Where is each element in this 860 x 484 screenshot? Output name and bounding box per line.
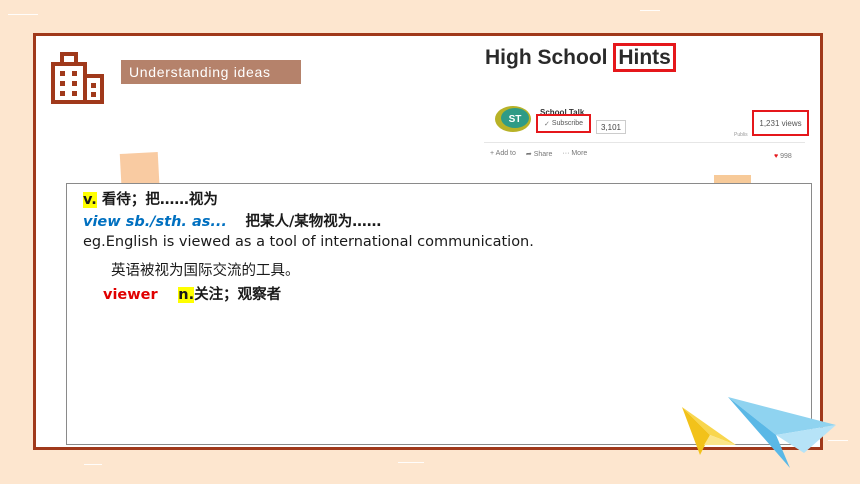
derived-part-of-speech: n. <box>178 287 195 303</box>
share-button[interactable]: ➦ Share <box>526 150 553 158</box>
published-label: Publis <box>734 132 748 138</box>
example-chinese: 英语被视为国际交流的工具。 <box>111 263 300 279</box>
share-icon: ➦ <box>525 151 532 158</box>
bg-dash <box>84 464 102 465</box>
video-screenshot: High School Hints ST School Talk ✓ Subsc… <box>478 42 811 170</box>
more-button[interactable]: ··· More <box>562 150 587 158</box>
derived-meaning: 关注；观察者 <box>194 287 282 303</box>
add-to-button[interactable]: + Add to <box>490 150 516 158</box>
check-icon: ✓ <box>543 120 550 128</box>
video-actions: + Add to ➦ Share ··· More <box>490 150 587 158</box>
like-count: ♥ 998 <box>774 153 792 160</box>
video-title-boxed-word: Hints <box>613 43 676 72</box>
definition-line: v. 看待；把……视为 <box>83 188 218 209</box>
phrase-line: view sb./sth. as... 把某人/某物视为…… <box>83 210 381 231</box>
channel-logo-text: ST <box>509 114 522 125</box>
building-icon <box>51 52 104 104</box>
video-title: High School Hints <box>485 43 676 72</box>
derived-word: viewer <box>103 287 158 303</box>
heart-icon: ♥ <box>774 153 779 160</box>
definition: 看待；把……视为 <box>96 192 218 208</box>
part-of-speech: v. <box>83 192 97 208</box>
derived-word-line: viewer n.关注；观察者 <box>103 283 281 304</box>
view-count: 1,231 views <box>752 110 809 136</box>
subscribe-label: Subscribe <box>551 120 583 127</box>
channel-logo: ST <box>495 106 531 132</box>
phrase: view sb./sth. as... <box>83 214 227 230</box>
phrase-meaning: 把某人/某物视为…… <box>245 214 382 230</box>
section-tag: Understanding ideas <box>121 60 301 84</box>
subscribe-button[interactable]: ✓ Subscribe <box>536 114 591 133</box>
video-title-prefix: High School <box>485 46 608 69</box>
bg-dash <box>640 10 660 11</box>
bg-dash <box>398 462 424 463</box>
subscriber-count: 3,101 <box>596 120 626 134</box>
paper-plane-icon <box>728 397 836 468</box>
example-english: eg.English is viewed as a tool of intern… <box>83 234 534 250</box>
bg-dash <box>8 14 38 15</box>
video-divider <box>484 142 805 143</box>
